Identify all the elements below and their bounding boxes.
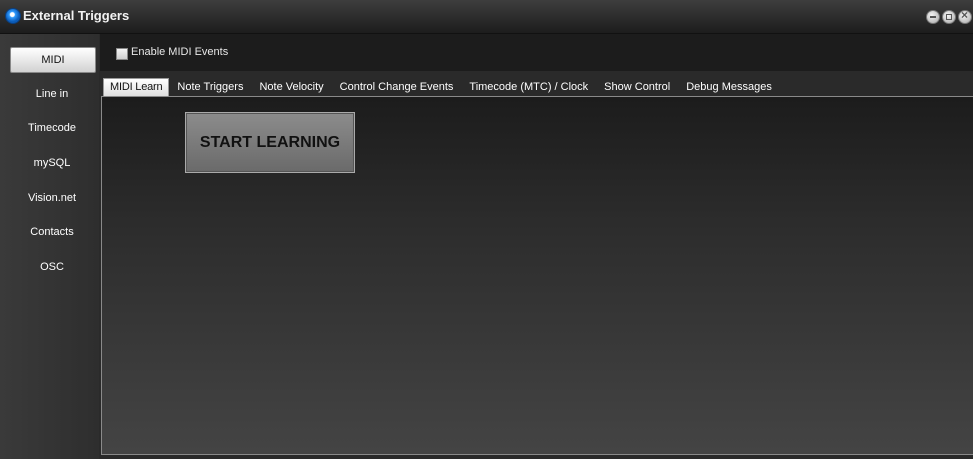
enable-midi-label[interactable]: Enable MIDI Events (131, 46, 228, 58)
tab-show-control[interactable]: Show Control (596, 78, 678, 97)
maximize-icon[interactable] (942, 10, 956, 24)
title-bar: External Triggers (0, 0, 973, 34)
start-learning-button[interactable]: START LEARNING (185, 112, 355, 173)
sidebar-item-mysql[interactable]: mySQL (10, 151, 94, 175)
events-bar: Enable MIDI Events (100, 34, 973, 71)
sidebar-item-midi[interactable]: MIDI (10, 47, 96, 73)
sidebar-item-osc[interactable]: OSC (10, 255, 94, 279)
tab-note-triggers[interactable]: Note Triggers (169, 78, 251, 97)
sidebar-item-timecode[interactable]: Timecode (10, 116, 94, 140)
minimize-icon[interactable] (926, 10, 940, 24)
tab-midi-learn[interactable]: MIDI Learn (103, 78, 170, 98)
app-icon (5, 8, 21, 24)
tab-note-velocity[interactable]: Note Velocity (251, 78, 331, 97)
sidebar-item-vision-net[interactable]: Vision.net (10, 186, 94, 210)
tab-debug-messages[interactable]: Debug Messages (678, 78, 780, 97)
sidebar-item-contacts[interactable]: Contacts (10, 220, 94, 244)
midi-learn-panel: START LEARNING (101, 96, 973, 455)
tab-control-change-events[interactable]: Control Change Events (332, 78, 462, 97)
close-icon[interactable] (958, 8, 972, 24)
window-title: External Triggers (23, 8, 130, 23)
sidebar-item-line-in[interactable]: Line in (10, 82, 94, 106)
tab-timecode-clock[interactable]: Timecode (MTC) / Clock (461, 78, 596, 97)
enable-midi-checkbox[interactable] (116, 48, 128, 60)
sidebar: MIDI Line in Timecode mySQL Vision.net C… (0, 34, 99, 459)
tab-bar: MIDI Learn Note Triggers Note Velocity C… (103, 78, 780, 98)
